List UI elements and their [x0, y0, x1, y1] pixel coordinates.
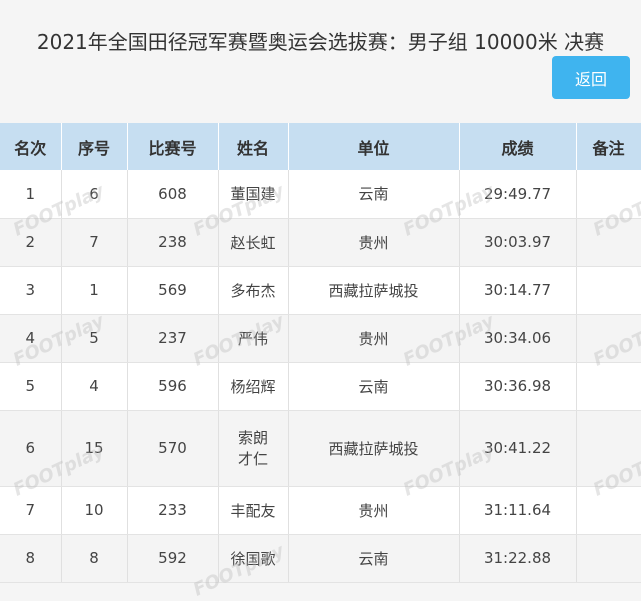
cell-seq: 1: [61, 266, 128, 315]
back-button[interactable]: 返回: [552, 56, 630, 99]
cell-bib: 570: [127, 410, 219, 487]
cell-seq: 6: [61, 170, 128, 219]
cell-note: [576, 534, 641, 583]
header-note: 备注: [576, 123, 641, 170]
cell-rank: 6: [0, 410, 62, 487]
cell-seq: 10: [61, 486, 128, 535]
header-seq: 序号: [61, 123, 128, 170]
cell-name: 丰配友: [218, 486, 289, 535]
cell-result: 30:36.98: [459, 362, 577, 411]
table-row: 7 10 233 丰配友 贵州 31:11.64: [0, 486, 641, 535]
cell-bib: 592: [127, 534, 219, 583]
cell-seq: 4: [61, 362, 128, 411]
cell-name: 索朗才仁: [218, 410, 289, 487]
cell-unit: 贵州: [288, 314, 460, 363]
cell-result: 30:34.06: [459, 314, 577, 363]
cell-result: 30:41.22: [459, 410, 577, 487]
header-result: 成绩: [459, 123, 577, 170]
results-table: 名次 序号 比赛号 姓名 单位 成绩 备注 1 6 608 董国建 云南 29:49.77…: [0, 123, 641, 583]
cell-note: [576, 314, 641, 363]
cell-rank: 5: [0, 362, 62, 411]
table-row: 2 7 238 赵长虹 贵州 30:03.97: [0, 218, 641, 267]
cell-bib: 238: [127, 218, 219, 267]
cell-note: [576, 218, 641, 267]
table-row: 1 6 608 董国建 云南 29:49.77: [0, 170, 641, 219]
page-title: 2021年全国田径冠军赛暨奥运会选拔赛：男子组 10000米 决赛: [36, 30, 605, 54]
cell-unit: 云南: [288, 170, 460, 219]
cell-seq: 8: [61, 534, 128, 583]
cell-seq: 15: [61, 410, 128, 487]
cell-unit: 西藏拉萨城投: [288, 266, 460, 315]
cell-bib: 608: [127, 170, 219, 219]
cell-unit: 贵州: [288, 486, 460, 535]
cell-rank: 2: [0, 218, 62, 267]
cell-result: 30:14.77: [459, 266, 577, 315]
header-name: 姓名: [218, 123, 289, 170]
cell-rank: 4: [0, 314, 62, 363]
cell-unit: 云南: [288, 534, 460, 583]
cell-rank: 8: [0, 534, 62, 583]
table-row: 4 5 237 严伟 贵州 30:34.06: [0, 314, 641, 363]
cell-result: 31:11.64: [459, 486, 577, 535]
table-header-row: 名次 序号 比赛号 姓名 单位 成绩 备注: [0, 123, 641, 170]
cell-name: 赵长虹: [218, 218, 289, 267]
cell-name: 杨绍辉: [218, 362, 289, 411]
cell-bib: 569: [127, 266, 219, 315]
cell-unit: 西藏拉萨城投: [288, 410, 460, 487]
cell-seq: 5: [61, 314, 128, 363]
header-rank: 名次: [0, 123, 62, 170]
cell-rank: 3: [0, 266, 62, 315]
cell-name: 董国建: [218, 170, 289, 219]
cell-unit: 云南: [288, 362, 460, 411]
cell-note: [576, 170, 641, 219]
cell-name: 徐国歌: [218, 534, 289, 583]
cell-result: 29:49.77: [459, 170, 577, 219]
cell-note: [576, 266, 641, 315]
cell-result: 30:03.97: [459, 218, 577, 267]
cell-note: [576, 410, 641, 487]
cell-seq: 7: [61, 218, 128, 267]
cell-rank: 1: [0, 170, 62, 219]
cell-unit: 贵州: [288, 218, 460, 267]
cell-name: 多布杰: [218, 266, 289, 315]
cell-bib: 237: [127, 314, 219, 363]
table-row: 3 1 569 多布杰 西藏拉萨城投 30:14.77: [0, 266, 641, 315]
table-row: 5 4 596 杨绍辉 云南 30:36.98: [0, 362, 641, 411]
table-row: 6 15 570 索朗才仁 西藏拉萨城投 30:41.22: [0, 410, 641, 487]
cell-note: [576, 486, 641, 535]
cell-bib: 596: [127, 362, 219, 411]
cell-result: 31:22.88: [459, 534, 577, 583]
cell-bib: 233: [127, 486, 219, 535]
cell-note: [576, 362, 641, 411]
header-unit: 单位: [288, 123, 460, 170]
header-bib: 比赛号: [127, 123, 219, 170]
table-row: 8 8 592 徐国歌 云南 31:22.88: [0, 534, 641, 583]
cell-rank: 7: [0, 486, 62, 535]
cell-name: 严伟: [218, 314, 289, 363]
